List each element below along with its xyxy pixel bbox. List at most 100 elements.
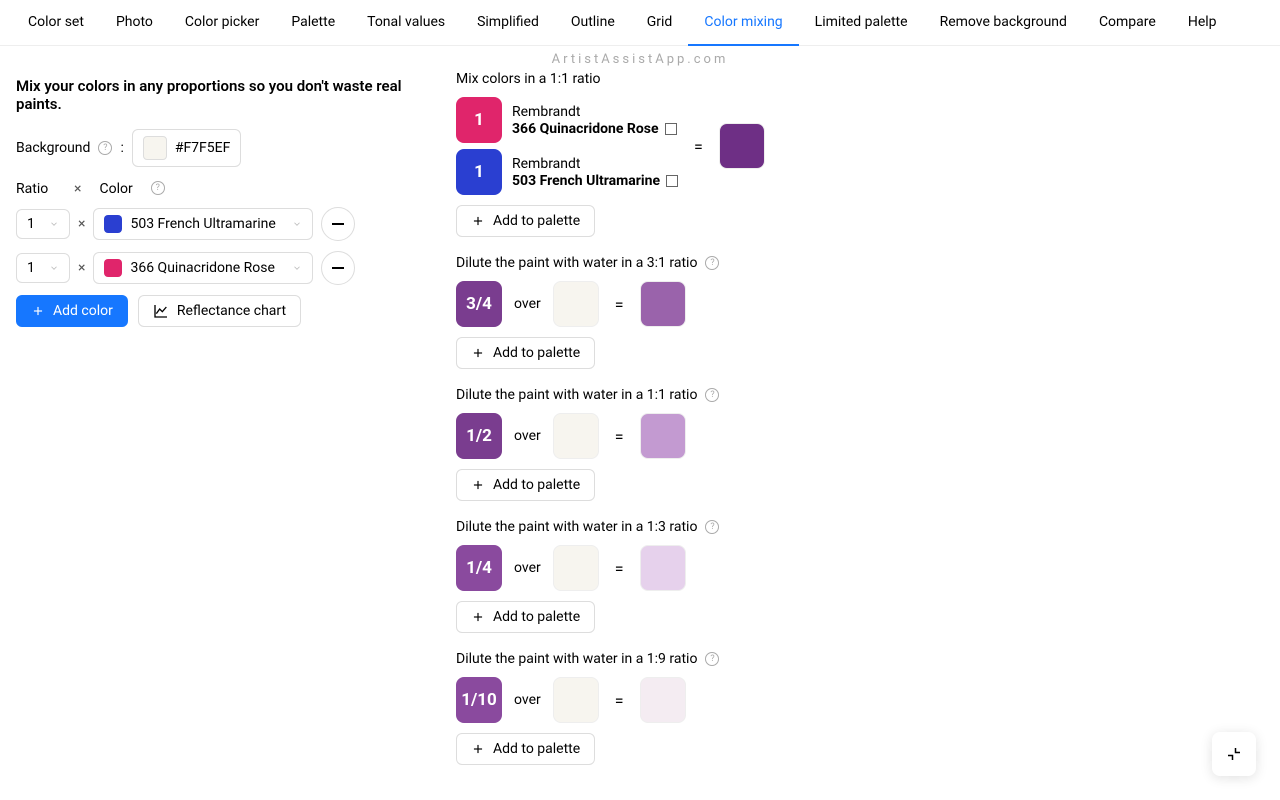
over-text: over [514,692,541,708]
paint-brand: Rembrandt [512,104,677,120]
dilution-fraction-swatch: 1/4 [456,545,502,591]
minus-icon [332,267,344,269]
background-swatch [553,413,599,459]
help-icon[interactable]: ? [705,520,719,534]
add-to-palette-label: Add to palette [493,345,580,361]
tab-palette[interactable]: Palette [275,0,351,45]
paint-item: 1 Rembrandt 366 Quinacridone Rose [456,97,678,143]
ratio-select[interactable]: 1 [16,209,70,239]
color-swatch [104,259,122,277]
over-text: over [514,296,541,312]
plus-icon [471,346,485,360]
dilution-result-swatch [640,677,686,723]
square-icon [666,175,678,187]
minus-icon [332,223,344,225]
plus-icon [471,214,485,228]
dilution-fraction-swatch: 1/2 [456,413,502,459]
add-to-palette-label: Add to palette [493,213,580,229]
dilution-result-swatch [640,413,686,459]
collapse-icon [1225,745,1243,763]
help-icon[interactable]: ? [151,181,165,195]
plus-icon [471,742,485,756]
background-field[interactable]: #F7F5EF [132,129,242,167]
reflectance-label: Reflectance chart [177,303,286,319]
equals: = [611,295,628,314]
plus-icon [471,610,485,624]
ratio-row: 1 × 366 Quinacridone Rose [16,251,416,285]
color-select[interactable]: 366 Quinacridone Rose [93,252,313,284]
tab-remove-background[interactable]: Remove background [924,0,1083,45]
dilution-result-swatch [640,545,686,591]
tab-color-set[interactable]: Color set [12,0,100,45]
mix-result-swatch [719,123,765,169]
help-icon[interactable]: ? [705,256,719,270]
paint-brand: Rembrandt [512,156,678,172]
add-to-palette-label: Add to palette [493,609,580,625]
help-icon[interactable]: ? [705,652,719,666]
paint-name: 366 Quinacridone Rose [512,121,659,137]
dilution-fraction-swatch: 1/10 [456,677,502,723]
background-swatch [553,545,599,591]
background-swatch [553,677,599,723]
add-to-palette-button[interactable]: Add to palette [456,469,595,501]
add-to-palette-button[interactable]: Add to palette [456,205,595,237]
mix-title: Mix colors in a 1:1 ratio [456,71,1264,87]
help-icon[interactable]: ? [98,141,112,155]
watermark: ArtistAssistApp.com [0,46,1280,71]
colon: : [120,140,123,156]
tab-tonal-values[interactable]: Tonal values [351,0,461,45]
tab-color-mixing[interactable]: Color mixing [688,0,798,46]
background-label: Background [16,140,90,156]
dilution-title: Dilute the paint with water in a 3:1 rat… [456,255,697,271]
ratio-select[interactable]: 1 [16,253,70,283]
add-to-palette-label: Add to palette [493,741,580,757]
ratio-label: Ratio [16,181,56,197]
dilution-title: Dilute the paint with water in a 1:1 rat… [456,387,697,403]
paint-name: 503 French Ultramarine [512,173,660,189]
color-label: Color [99,181,132,197]
tab-outline[interactable]: Outline [555,0,631,45]
tab-simplified[interactable]: Simplified [461,0,555,45]
over-text: over [514,560,541,576]
ratio-row: 1 × 503 French Ultramarine [16,207,416,241]
remove-color-button[interactable] [321,207,355,241]
tabs: Color setPhotoColor pickerPaletteTonal v… [0,0,1280,46]
chart-icon [153,303,169,319]
background-swatch [553,281,599,327]
times: × [78,216,85,232]
tab-photo[interactable]: Photo [100,0,169,45]
square-icon [665,123,677,135]
equals: = [611,427,628,446]
fullscreen-button[interactable] [1212,732,1256,776]
add-to-palette-button[interactable]: Add to palette [456,337,595,369]
dilution-fraction-swatch: 3/4 [456,281,502,327]
dilution-title: Dilute the paint with water in a 1:3 rat… [456,519,697,535]
background-hex: #F7F5EF [175,140,231,156]
reflectance-chart-button[interactable]: Reflectance chart [138,295,301,327]
add-to-palette-button[interactable]: Add to palette [456,733,595,765]
help-icon[interactable]: ? [705,388,719,402]
times: × [78,260,85,276]
background-chip [143,136,167,160]
add-to-palette-button[interactable]: Add to palette [456,601,595,633]
over-text: over [514,428,541,444]
tab-grid[interactable]: Grid [631,0,689,45]
add-to-palette-label: Add to palette [493,477,580,493]
tab-compare[interactable]: Compare [1083,0,1172,45]
add-color-button[interactable]: Add color [16,295,128,327]
color-select[interactable]: 503 French Ultramarine [93,208,313,240]
plus-icon [31,304,45,318]
tab-help[interactable]: Help [1172,0,1233,45]
add-color-label: Add color [53,303,113,319]
times-header: × [74,181,81,197]
paint-ratio-swatch: 1 [456,97,502,143]
paint-item: 1 Rembrandt 503 French Ultramarine [456,149,678,195]
tab-color-picker[interactable]: Color picker [169,0,275,45]
tab-limited-palette[interactable]: Limited palette [799,0,924,45]
dilution-result-swatch [640,281,686,327]
remove-color-button[interactable] [321,251,355,285]
plus-icon [471,478,485,492]
dilution-title: Dilute the paint with water in a 1:9 rat… [456,651,697,667]
equals: = [611,691,628,710]
equals: = [611,559,628,578]
